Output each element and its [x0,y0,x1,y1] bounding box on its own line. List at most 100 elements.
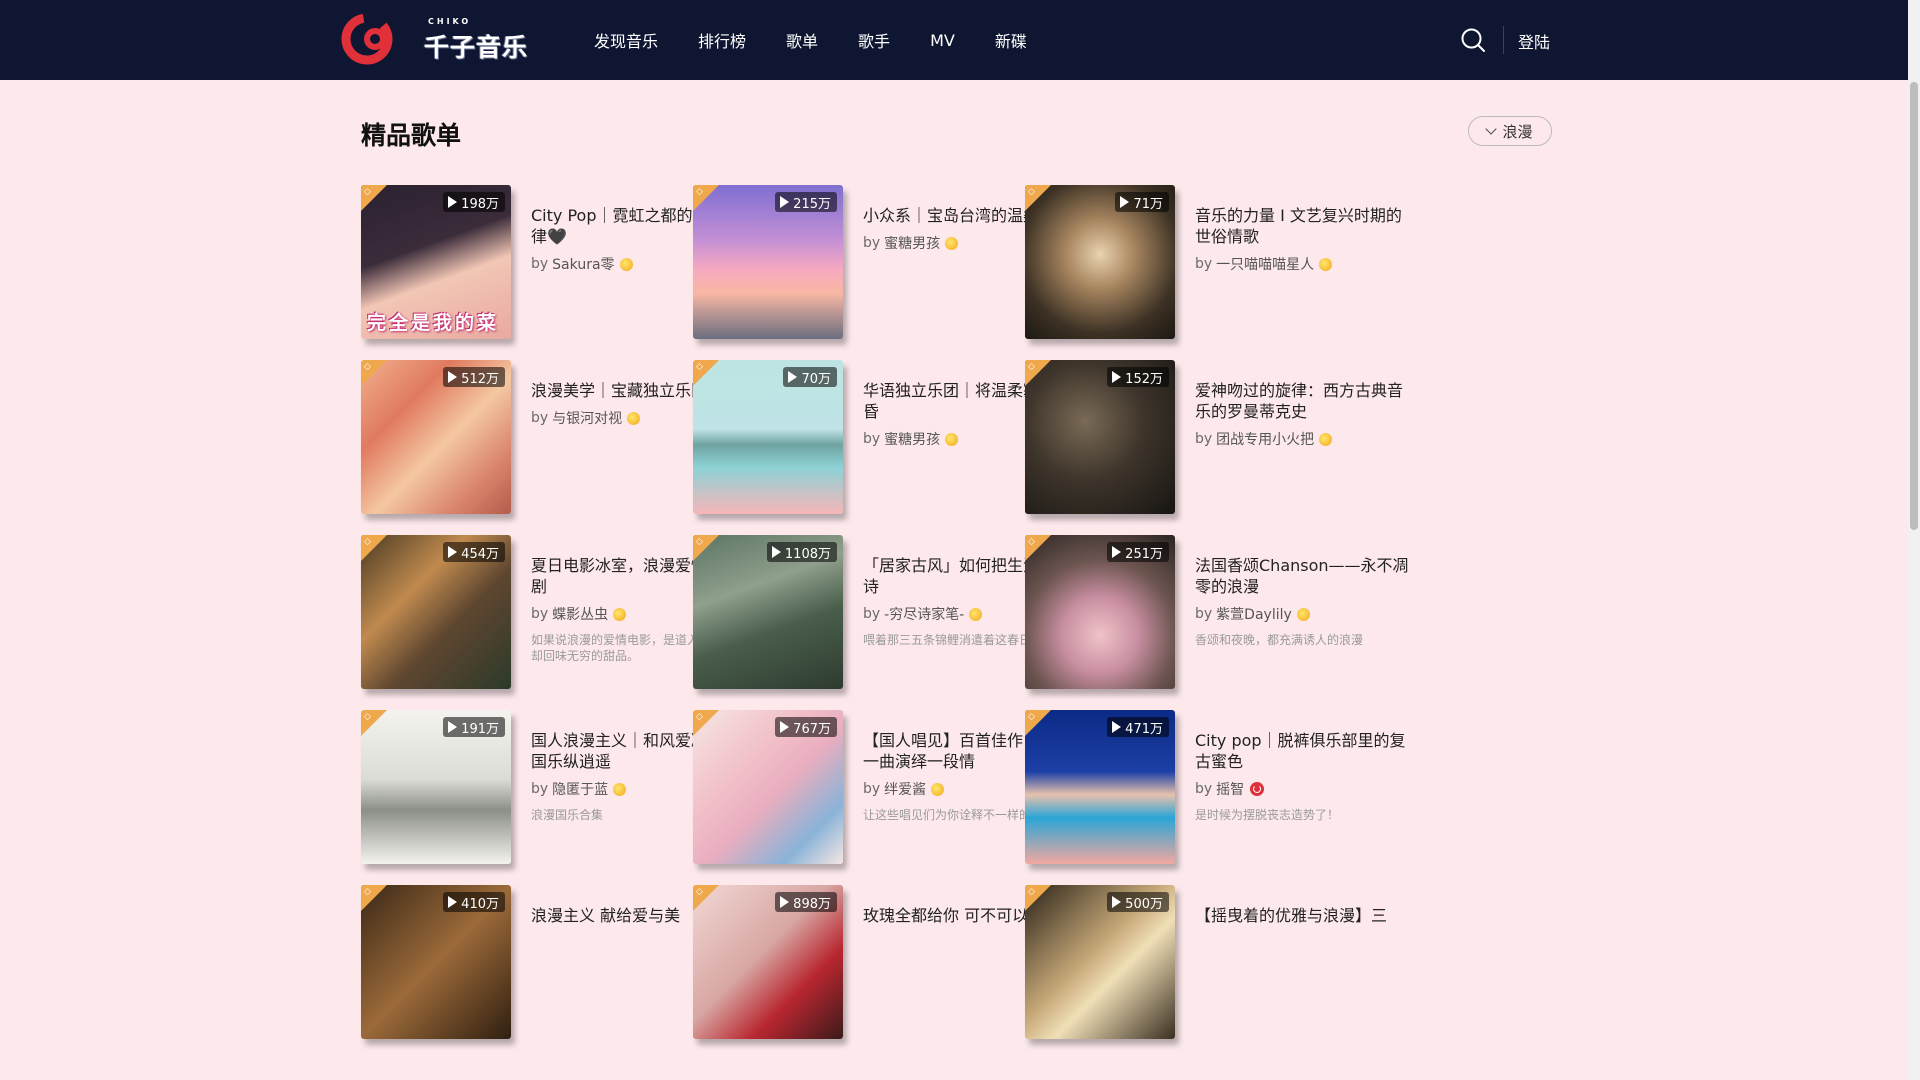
creator-name[interactable]: 蜜糖男孩 [884,233,940,253]
play-count-value: 898万 [793,896,831,912]
play-count-value: 191万 [461,721,499,737]
playlist-cover[interactable]: ◇ 512万 [361,360,511,514]
playlist-cover[interactable]: ◇ 898万 [693,885,843,1039]
play-count[interactable]: 512万 [443,367,505,387]
play-icon [448,546,458,558]
playlist-cover[interactable]: ◇ 500万 [1025,885,1175,1039]
by-label: by [531,606,549,622]
creator-name[interactable]: 蝶影丛虫 [552,604,608,624]
nav-artists[interactable]: 歌手 [858,28,890,52]
nav-playlists[interactable]: 歌单 [786,28,818,52]
creator-name[interactable]: Sakura零 [552,254,614,274]
play-count[interactable]: 198万 [443,192,505,212]
playlist-title[interactable]: 法国香颂Chanson——永不凋零的浪漫 [1195,555,1415,597]
playlist-cover[interactable]: ◇ 70万 [693,360,843,514]
play-icon [448,721,458,733]
play-count-value: 70万 [801,371,831,387]
playlist-cover[interactable]: ◇ 152万 [1025,360,1175,514]
play-count-value: 767万 [793,721,831,737]
play-count[interactable]: 71万 [1115,192,1169,212]
playlist-info: 音乐的力量 I 文艺复兴时期的世俗情歌 by 一只喵喵喵星人 [1195,205,1415,274]
playlist-cover[interactable]: ◇ 215万 [693,185,843,339]
search-icon[interactable] [1460,27,1486,53]
playlist-title[interactable]: 爱神吻过的旋律：西方古典音乐的罗曼蒂克史 [1195,380,1415,422]
play-count[interactable]: 767万 [775,717,837,737]
playlist-title[interactable]: City pop｜脱裤俱乐部里的复古蜜色 [1195,730,1415,772]
playlist-cover[interactable]: ◇ 251万 [1025,535,1175,689]
playlist-card[interactable]: ◇ 152万 爱神吻过的旋律：西方古典音乐的罗曼蒂克史 by 团战专用小火把 [1025,360,1585,520]
tag-icon: ◇ [1028,187,1035,197]
play-count[interactable]: 454万 [443,542,505,562]
playlist-title[interactable]: 音乐的力量 I 文艺复兴时期的世俗情歌 [1195,205,1415,247]
logo-icon[interactable] [341,13,393,65]
star-badge-icon [1296,607,1310,621]
playlist-cover[interactable]: ◇ 471万 [1025,710,1175,864]
creator-name[interactable]: -穷尽诗家笔- [884,604,964,624]
play-count[interactable]: 898万 [775,892,837,912]
nav-new-albums[interactable]: 新碟 [995,28,1027,52]
play-icon [780,196,790,208]
playlist-cover[interactable]: ◇ 71万 [1025,185,1175,339]
playlist-card[interactable]: ◇ 71万音乐的力量 I 文艺复兴时期的世俗情歌 by 一只喵喵喵星人 [1025,185,1585,345]
by-label: by [1195,606,1213,622]
nav-mv[interactable]: MV [930,31,955,50]
chevron-down-icon [1485,122,1498,135]
creator-name[interactable]: 紫萱Daylily [1216,604,1292,624]
play-count[interactable]: 215万 [775,192,837,212]
tag-icon: ◇ [364,187,371,197]
play-count-value: 251万 [1125,546,1163,562]
playlist-description: 香颂和夜晚，都充满诱人的浪漫 [1195,633,1364,647]
play-count[interactable]: 410万 [443,892,505,912]
creator-name[interactable]: 与银河对视 [552,408,622,428]
play-count-value: 1108万 [784,546,831,562]
playlist-cover[interactable]: ◇ 410万 [361,885,511,1039]
play-count[interactable]: 1108万 [766,542,837,562]
play-count[interactable]: 152万 [1107,367,1169,387]
playlist-info: 法国香颂Chanson——永不凋零的浪漫 by 紫萱Daylily 香颂和夜晚，都充满… [1195,555,1415,648]
by-label: by [531,781,549,797]
play-count[interactable]: 500万 [1107,892,1169,912]
play-count[interactable]: 471万 [1107,717,1169,737]
verified-badge-icon [1250,782,1265,796]
creator-name[interactable]: 团战专用小火把 [1216,429,1314,449]
creator-name[interactable]: 绊爱酱 [884,779,926,799]
tag-icon: ◇ [1028,887,1035,897]
playlist-card[interactable]: ◇ 471万 City pop｜脱裤俱乐部里的复古蜜色 by 摇智 是时候为摆脱丧志造势了… [1025,710,1585,870]
star-badge-icon [931,782,945,796]
playlist-info: City pop｜脱裤俱乐部里的复古蜜色 by 摇智 是时候为摆脱丧志造势了！ [1195,730,1415,823]
play-count-value: 215万 [793,196,831,212]
playlist-cover[interactable]: ◇ 198万完全是我的菜 [361,185,511,339]
creator-name[interactable]: 隐匿于蓝 [552,779,608,799]
playlist-cover[interactable]: ◇ 454万 [361,535,511,689]
scrollbar-thumb[interactable] [1910,82,1918,530]
header-divider [1503,26,1504,54]
nav-discover[interactable]: 发现音乐 [594,28,658,52]
creator-name[interactable]: 摇智 [1216,779,1244,799]
play-count[interactable]: 70万 [783,367,837,387]
login-button[interactable]: 登陆 [1518,29,1550,53]
creator-name[interactable]: 一只喵喵喵星人 [1216,254,1314,274]
playlist-cover[interactable]: ◇ 191万 [361,710,511,864]
star-badge-icon [613,607,627,621]
playlist-card[interactable]: ◇ 500万【摇曳着的优雅与浪漫】三 [1025,885,1585,1045]
nav-charts[interactable]: 排行榜 [698,28,746,52]
brand-name[interactable]: 千子音乐 [424,28,528,64]
playlist-cover[interactable]: ◇ 767万 [693,710,843,864]
playlist-card[interactable]: ◇ 251万 法国香颂Chanson——永不凋零的浪漫 by 紫萱Daylily 香颂和夜… [1025,535,1585,695]
star-badge-icon [945,236,959,250]
main-nav: 发现音乐 排行榜 歌单 歌手 MV 新碟 [594,0,1067,80]
playlist-title[interactable]: 【摇曳着的优雅与浪漫】三 [1195,905,1415,926]
playlist-cover[interactable]: ◇ 1108万 [693,535,843,689]
tag-filter-dropdown[interactable]: 浪漫 [1468,116,1552,146]
page-title: 精品歌单 [361,121,462,150]
play-icon [448,196,458,208]
creator-name[interactable]: 蜜糖男孩 [884,429,940,449]
play-icon [780,721,790,733]
play-count[interactable]: 251万 [1107,542,1169,562]
star-badge-icon [1319,257,1333,271]
tag-icon: ◇ [364,712,371,722]
play-count[interactable]: 191万 [443,717,505,737]
tag-icon: ◇ [364,887,371,897]
play-icon [1112,896,1122,908]
cover-caption: 完全是我的菜 [367,312,500,334]
